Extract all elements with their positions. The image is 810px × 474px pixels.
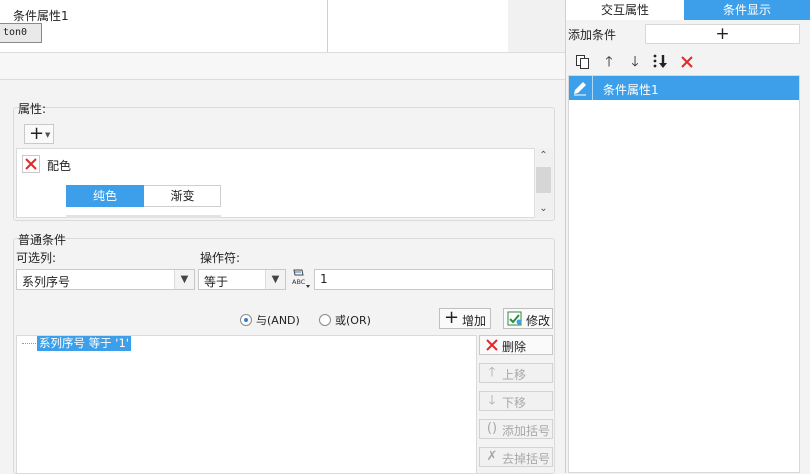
move-down-icon[interactable]: 🡓 (625, 52, 645, 72)
delete-condition-button[interactable]: 删除 (479, 335, 553, 355)
tab-conditional-display[interactable]: 条件显示 (684, 0, 810, 20)
modify-condition-button[interactable]: 修改 (503, 308, 553, 329)
chevron-down-icon[interactable]: ▼ (174, 270, 194, 289)
add-condition-button[interactable]: + 增加 (439, 307, 491, 329)
color-swatch-strip[interactable] (66, 215, 221, 218)
svg-text:ABC: ABC (292, 278, 306, 286)
delete-property-icon[interactable] (22, 155, 40, 173)
operator-select[interactable]: 等于 ▼ (198, 269, 286, 290)
condition-list-item-label: 条件属性1 (603, 83, 659, 97)
canvas-button-widget[interactable]: ton0 (0, 23, 42, 43)
tab-interaction-properties[interactable]: 交互属性 (566, 0, 684, 20)
radio-unselected-indicator (319, 314, 331, 326)
fill-mode-gradient[interactable]: 渐变 (144, 185, 221, 207)
design-canvas (0, 0, 565, 52)
scrollbar-thumb[interactable] (536, 167, 551, 193)
add-condition-label: 增加 (462, 314, 487, 328)
condition-value-input[interactable]: 1 (314, 269, 553, 290)
scroll-up-arrow-icon[interactable]: ⌃ (536, 150, 551, 162)
add-bracket-button[interactable]: () 添加括号 (479, 419, 553, 439)
canvas-margin (508, 0, 565, 52)
tree-connector (22, 343, 36, 344)
logic-and-label: 与(AND) (256, 314, 300, 327)
remove-bracket-button[interactable]: ✗ 去掉括号 (479, 447, 553, 467)
add-property-button[interactable]: + ▼ (24, 123, 54, 144)
value-type-icon[interactable]: ABC (290, 268, 312, 290)
move-up-icon[interactable]: 🡑 (599, 52, 619, 72)
move-up-label: 上移 (502, 368, 527, 382)
operator-select-value: 等于 (204, 275, 229, 289)
scroll-down-arrow-icon[interactable]: ⌄ (536, 203, 551, 215)
dialog-title: 条件属性1 (13, 9, 69, 23)
property-list (16, 148, 553, 218)
column-select-value: 系列序号 (22, 275, 71, 289)
radio-selected-indicator (240, 314, 252, 326)
move-down-label: 下移 (502, 396, 527, 410)
fill-mode-solid[interactable]: 纯色 (66, 185, 144, 207)
condition-tree-node[interactable]: 系列序号 等于 '1' (37, 336, 131, 351)
logic-or-label: 或(OR) (335, 314, 371, 327)
move-up-button[interactable]: 🡑 上移 (479, 363, 553, 383)
move-to-bottom-icon[interactable] (651, 52, 671, 72)
delete-x-icon (485, 337, 499, 353)
delete-condition-label: 删除 (502, 340, 527, 354)
column-label: 可选列: (16, 251, 57, 265)
operator-label: 操作符: (200, 251, 241, 265)
add-bracket-label: 添加括号 (502, 424, 551, 438)
column-select[interactable]: 系列序号 ▼ (16, 269, 195, 290)
arrow-up-icon: 🡑 (488, 365, 496, 380)
arrow-down-icon: 🡓 (488, 393, 496, 408)
canvas-gridline (327, 0, 328, 52)
delete-condition-icon[interactable] (677, 52, 697, 72)
add-condition-title: 添加条件 (568, 28, 617, 42)
dropdown-arrow-icon: ▼ (45, 131, 51, 139)
pencil-icon[interactable] (572, 80, 588, 96)
bracket-icon: () (486, 421, 498, 436)
logic-or-radio[interactable]: 或(OR) (319, 312, 371, 328)
copy-icon[interactable] (573, 52, 593, 72)
property-name: 配色 (47, 159, 72, 173)
plus-icon: + (29, 123, 45, 144)
move-down-button[interactable]: 🡓 下移 (479, 391, 553, 411)
logic-and-radio[interactable]: 与(AND) (240, 312, 300, 328)
condition-list (568, 75, 800, 473)
conditions-group-label: 普通条件 (18, 233, 67, 247)
chevron-down-icon[interactable]: ▼ (265, 270, 285, 289)
dialog-header (0, 52, 565, 80)
modify-condition-label: 修改 (526, 314, 551, 328)
add-condition-plus-button[interactable]: + (645, 24, 800, 44)
properties-group-label: 属性: (18, 102, 47, 116)
condition-tree (16, 335, 477, 474)
remove-bracket-label: 去掉括号 (502, 452, 551, 466)
item-separator (592, 76, 593, 100)
plus-icon: + (444, 307, 460, 328)
modify-icon (507, 311, 523, 329)
remove-bracket-icon: ✗ (486, 449, 498, 464)
condition-list-item[interactable]: 条件属性1 (569, 76, 799, 100)
